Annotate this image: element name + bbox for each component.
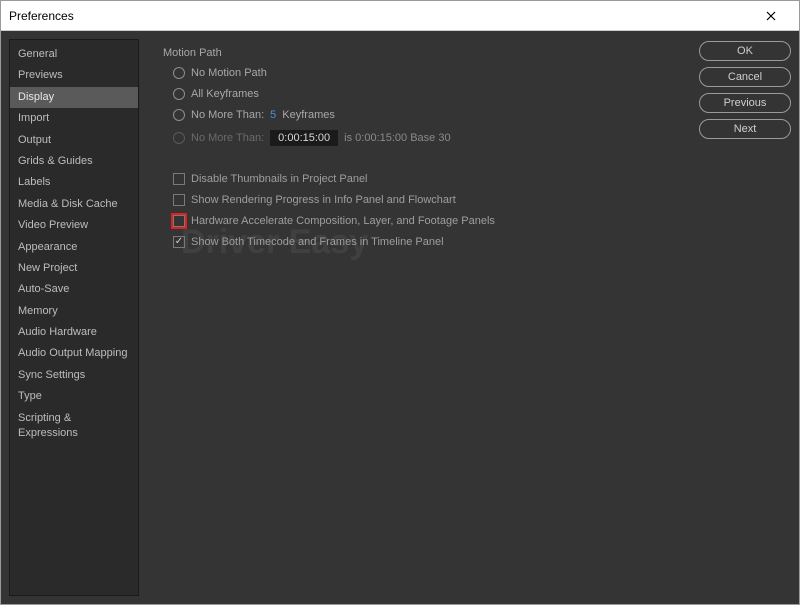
- sidebar-item-label: Scripting & Expressions: [18, 412, 78, 439]
- sidebar-item-label: Labels: [18, 176, 50, 188]
- checkbox-disable-thumbnails[interactable]: [173, 173, 185, 185]
- sidebar-item-label: New Project: [18, 262, 77, 274]
- checkbox-show-rendering-progress[interactable]: [173, 194, 185, 206]
- sidebar-item-auto-save[interactable]: Auto-Save: [10, 279, 138, 300]
- sidebar-item-type[interactable]: Type: [10, 386, 138, 407]
- sidebar-item-previews[interactable]: Previews: [10, 65, 138, 86]
- radio-row-no-motion-path: No Motion Path: [173, 67, 691, 79]
- timecode-input[interactable]: 0:00:15:00: [270, 130, 338, 146]
- sidebar-item-label: Previews: [18, 69, 63, 81]
- radio-row-no-more-than-time: No More Than: 0:00:15:00 is 0:00:15:00 B…: [173, 130, 691, 146]
- previous-button[interactable]: Previous: [699, 93, 791, 113]
- keyframes-value[interactable]: 5: [270, 109, 276, 121]
- radio-all-keyframes[interactable]: [173, 88, 185, 100]
- sidebar-item-label: Audio Hardware: [18, 326, 97, 338]
- checkbox-hardware-accelerate[interactable]: [173, 215, 185, 227]
- sidebar-item-memory[interactable]: Memory: [10, 301, 138, 322]
- check-row-show-rendering-progress: Show Rendering Progress in Info Panel an…: [173, 194, 691, 206]
- sidebar-item-label: Grids & Guides: [18, 155, 93, 167]
- sidebar-item-output[interactable]: Output: [10, 130, 138, 151]
- sidebar-item-media-disk-cache[interactable]: Media & Disk Cache: [10, 194, 138, 215]
- window-title: Preferences: [9, 9, 751, 23]
- check-row-hardware-accelerate: Hardware Accelerate Composition, Layer, …: [173, 215, 691, 227]
- checkbox-label: Hardware Accelerate Composition, Layer, …: [191, 215, 495, 227]
- sidebar-item-label: Import: [18, 112, 49, 124]
- radio-no-more-than-keyframes[interactable]: [173, 109, 185, 121]
- motion-path-group-label: Motion Path: [163, 47, 691, 59]
- sidebar-item-display[interactable]: Display: [10, 87, 138, 108]
- sidebar-item-sync-settings[interactable]: Sync Settings: [10, 365, 138, 386]
- close-button[interactable]: [751, 2, 791, 30]
- sidebar-item-labels[interactable]: Labels: [10, 172, 138, 193]
- sidebar-item-new-project[interactable]: New Project: [10, 258, 138, 279]
- sidebar-item-label: Video Preview: [18, 219, 88, 231]
- sidebar-item-label: Output: [18, 134, 51, 146]
- radio-no-more-than-time[interactable]: [173, 132, 185, 144]
- radio-label: No More Than:: [191, 132, 264, 144]
- sidebar-item-label: Memory: [18, 305, 58, 317]
- sidebar-item-scripting-expressions[interactable]: Scripting & Expressions: [10, 408, 138, 445]
- dialog-buttons: OK Cancel Previous Next: [699, 39, 791, 596]
- next-button[interactable]: Next: [699, 119, 791, 139]
- checkbox-label: Show Rendering Progress in Info Panel an…: [191, 194, 456, 206]
- check-row-show-both-timecode: Show Both Timecode and Frames in Timelin…: [173, 236, 691, 248]
- checkbox-show-both-timecode[interactable]: [173, 236, 185, 248]
- sidebar-item-import[interactable]: Import: [10, 108, 138, 129]
- sidebar-item-label: Audio Output Mapping: [18, 347, 127, 359]
- timecode-info: is 0:00:15:00 Base 30: [344, 132, 450, 144]
- radio-row-all-keyframes: All Keyframes: [173, 88, 691, 100]
- sidebar-item-label: Media & Disk Cache: [18, 198, 118, 210]
- radio-label: All Keyframes: [191, 88, 259, 100]
- sidebar-item-video-preview[interactable]: Video Preview: [10, 215, 138, 236]
- close-icon: [766, 11, 776, 21]
- sidebar-item-label: General: [18, 48, 57, 60]
- category-sidebar: General Previews Display Import Output G…: [9, 39, 139, 596]
- sidebar-item-audio-output-mapping[interactable]: Audio Output Mapping: [10, 343, 138, 364]
- preferences-window: Preferences Driver Easy General Previews…: [0, 0, 800, 605]
- dialog-content: Driver Easy General Previews Display Imp…: [1, 31, 799, 604]
- sidebar-item-label: Display: [18, 91, 54, 103]
- sidebar-item-audio-hardware[interactable]: Audio Hardware: [10, 322, 138, 343]
- sidebar-item-grids-guides[interactable]: Grids & Guides: [10, 151, 138, 172]
- sidebar-item-appearance[interactable]: Appearance: [10, 237, 138, 258]
- sidebar-item-label: Auto-Save: [18, 283, 69, 295]
- sidebar-item-label: Sync Settings: [18, 369, 85, 381]
- cancel-button[interactable]: Cancel: [699, 67, 791, 87]
- radio-label: No Motion Path: [191, 67, 267, 79]
- radio-row-no-more-than-keyframes: No More Than: 5 Keyframes: [173, 109, 691, 121]
- checkbox-label: Disable Thumbnails in Project Panel: [191, 173, 368, 185]
- settings-panel: Motion Path No Motion Path All Keyframes…: [147, 39, 691, 596]
- check-row-disable-thumbnails: Disable Thumbnails in Project Panel: [173, 173, 691, 185]
- ok-button[interactable]: OK: [699, 41, 791, 61]
- sidebar-item-general[interactable]: General: [10, 44, 138, 65]
- titlebar: Preferences: [1, 1, 799, 31]
- sidebar-item-label: Appearance: [18, 241, 77, 253]
- radio-no-motion-path[interactable]: [173, 67, 185, 79]
- sidebar-item-label: Type: [18, 390, 42, 402]
- radio-label: No More Than:: [191, 109, 264, 121]
- keyframes-suffix: Keyframes: [282, 109, 335, 121]
- checkbox-label: Show Both Timecode and Frames in Timelin…: [191, 236, 444, 248]
